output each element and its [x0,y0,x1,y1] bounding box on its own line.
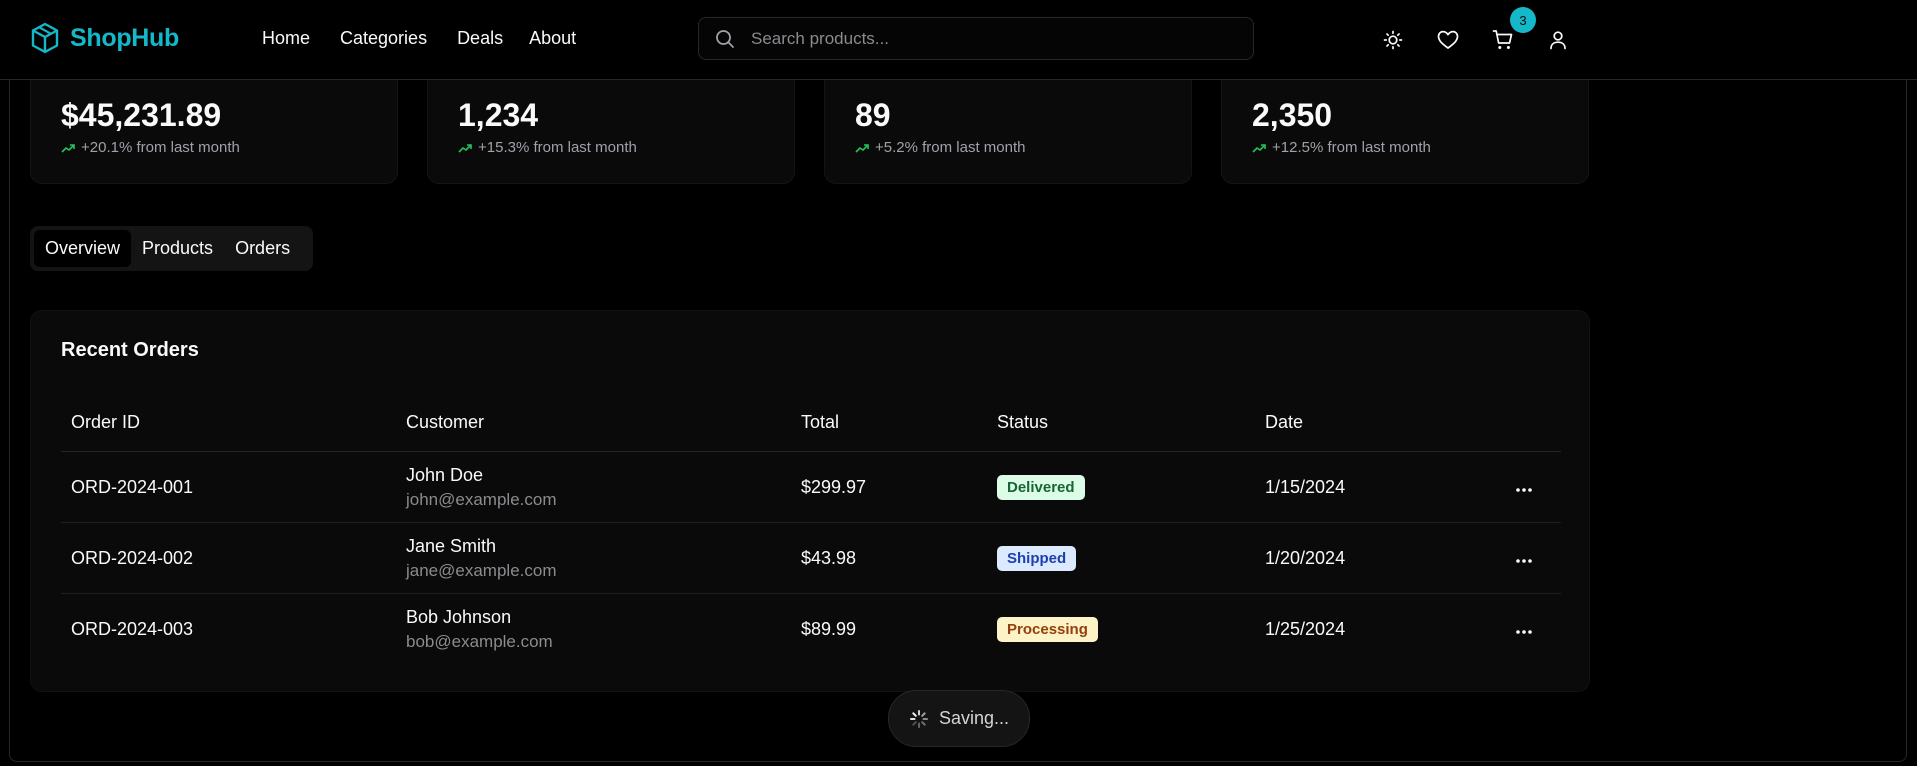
more-horizontal-icon [1516,558,1532,563]
search-icon [716,29,734,48]
theme-toggle-button[interactable] [1379,26,1407,54]
panel-title: Recent Orders [61,339,199,361]
search-input[interactable] [749,27,1233,50]
dashboard-tabs: Overview Products Orders [30,226,313,271]
heart-icon [1437,30,1459,49]
order-date: 1/25/2024 [1265,618,1346,639]
tab-products[interactable]: Products [131,230,224,267]
column-header-actions [1505,393,1561,452]
row-actions-button[interactable] [1505,594,1561,665]
table-row[interactable]: ORD-2024-001 John Doe john@example.com $… [61,451,1561,523]
account-button[interactable] [1544,26,1572,54]
customer-name: Bob Johnson [406,606,512,627]
stat-delta: +20.1% from last month [61,139,240,156]
status-cell: Delivered [987,451,1255,523]
nav-link-deals[interactable]: Deals [457,28,503,49]
stat-value: 2,350 [1252,97,1333,133]
column-header: Total [791,393,987,452]
table-header-row: Order ID Customer Total Status Date [61,393,1561,452]
order-total: $89.99 [801,618,857,639]
loader-icon [909,709,928,728]
row-actions-button[interactable] [1505,522,1561,594]
toast-label: Saving... [938,708,1010,728]
customer-cell: Jane Smith jane@example.com [396,522,791,594]
status-badge: Processing [997,616,1098,642]
cart-icon [1492,30,1513,49]
sun-icon [1383,30,1403,50]
nav-link-about[interactable]: About [529,28,576,49]
cart-button[interactable] [1489,26,1517,54]
stat-delta: +15.3% from last month [458,139,637,156]
search-box [698,17,1254,60]
cart-count-badge: 3 [1510,7,1536,33]
stat-delta: +12.5% from last month [1252,139,1431,156]
trending-up-icon [855,143,869,153]
column-header: Date [1255,393,1505,452]
nav-link-categories[interactable]: Categories [340,28,427,49]
more-horizontal-icon [1516,629,1532,634]
status-badge: Delivered [997,474,1085,500]
stat-delta-text: +15.3% from last month [478,139,637,156]
order-id: ORD-2024-002 [61,522,396,594]
customer-cell: Bob Johnson bob@example.com [396,594,791,665]
stat-delta-text: +5.2% from last month [875,139,1026,156]
column-header: Customer [396,393,791,452]
table-row[interactable]: ORD-2024-002 Jane Smith jane@example.com… [61,522,1561,594]
more-horizontal-icon [1516,487,1532,492]
stat-delta-text: +20.1% from last month [81,139,240,156]
order-date: 1/20/2024 [1255,522,1505,594]
user-icon [1550,31,1566,50]
row-actions-button[interactable] [1505,451,1561,523]
stat-value: 89 [855,97,891,133]
stat-value: $45,231.89 [61,97,222,133]
main-nav: Home Categories Deals About [262,28,606,49]
table-row[interactable]: ORD-2024-003 Bob Johnson bob@example.com… [61,594,1561,665]
tab-overview[interactable]: Overview [34,230,132,267]
tab-orders[interactable]: Orders [224,230,301,267]
customer-name: John Doe [406,464,484,485]
order-total: $43.98 [791,522,987,594]
wishlist-button[interactable] [1434,26,1462,54]
top-header: ShopHub Home Categories Deals About 3 [0,0,1917,80]
trending-up-icon [458,143,472,153]
package-icon [31,22,59,54]
customer-email: bob@example.com [406,631,553,651]
trending-up-icon [1252,143,1266,153]
column-header: Status [987,393,1255,452]
status-cell: Processing [987,594,1255,665]
order-id: ORD-2024-003 [71,618,194,639]
column-header: Order ID [61,393,396,452]
brand-logo[interactable]: ShopHub [30,22,179,54]
recent-orders-panel: Recent Orders Order ID Customer Total St… [30,310,1590,692]
status-badge: Shipped [997,545,1077,571]
trending-up-icon [61,143,75,153]
stat-delta-text: +12.5% from last month [1272,139,1431,156]
order-date: 1/15/2024 [1255,451,1505,523]
customer-name: Jane Smith [406,535,497,556]
saving-toast: Saving... [888,690,1030,747]
customer-cell: John Doe john@example.com [396,451,791,523]
nav-link-home[interactable]: Home [262,28,310,49]
brand-name: ShopHub [70,23,179,52]
status-cell: Shipped [987,522,1255,594]
order-total: $299.97 [791,451,987,523]
stat-delta: +5.2% from last month [855,139,1025,156]
customer-email: john@example.com [406,489,557,509]
stat-value: 1,234 [458,97,539,133]
orders-table: Order ID Customer Total Status Date ORD-… [61,393,1561,664]
customer-email: jane@example.com [406,560,557,580]
order-id: ORD-2024-001 [61,451,396,523]
